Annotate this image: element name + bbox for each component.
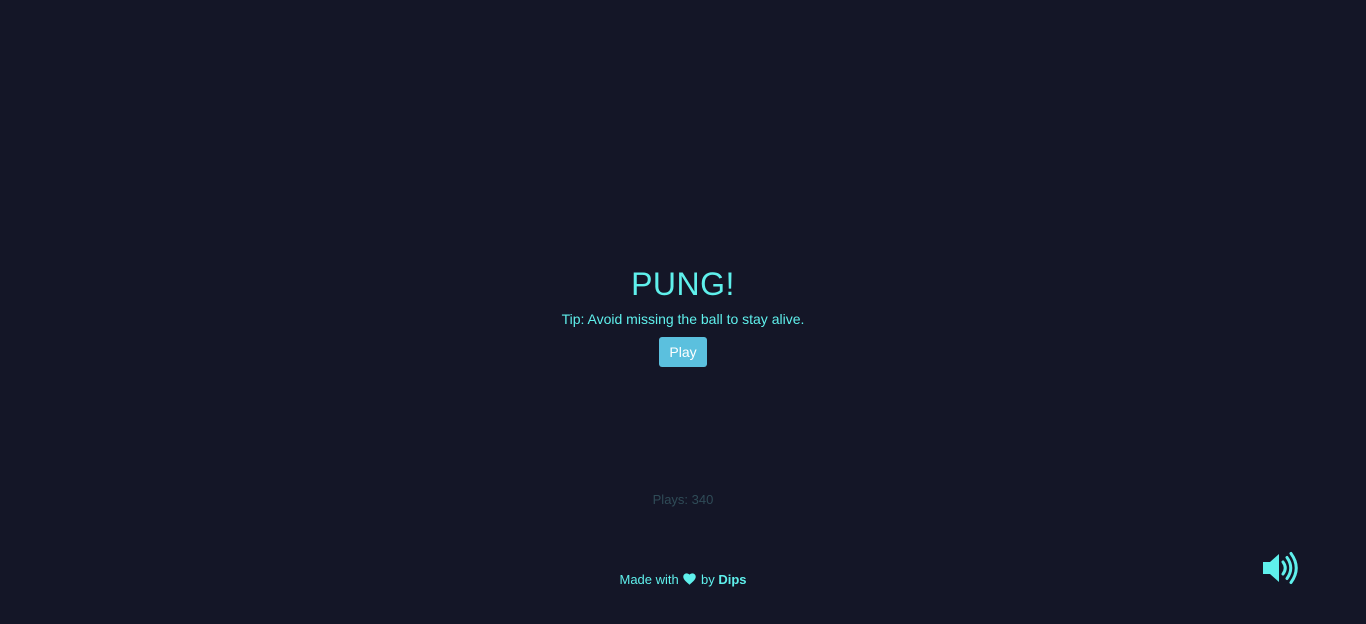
heart-icon: [683, 572, 697, 589]
credit-line: Made with by Dips: [0, 571, 1366, 589]
tip-text: Tip: Avoid missing the ball to stay aliv…: [561, 311, 805, 327]
plays-counter: Plays: 340: [652, 492, 714, 507]
sound-toggle-button[interactable]: [1262, 551, 1300, 585]
game-title: PUNG!: [631, 266, 735, 302]
volume-up-icon: [1263, 552, 1298, 584]
play-button[interactable]: Play: [659, 337, 707, 367]
author-name[interactable]: Dips: [718, 572, 746, 587]
made-with-text: Made with: [619, 572, 679, 587]
by-text: by: [700, 572, 715, 587]
game-screen: PUNG! Tip: Avoid missing the ball to sta…: [0, 0, 1366, 624]
